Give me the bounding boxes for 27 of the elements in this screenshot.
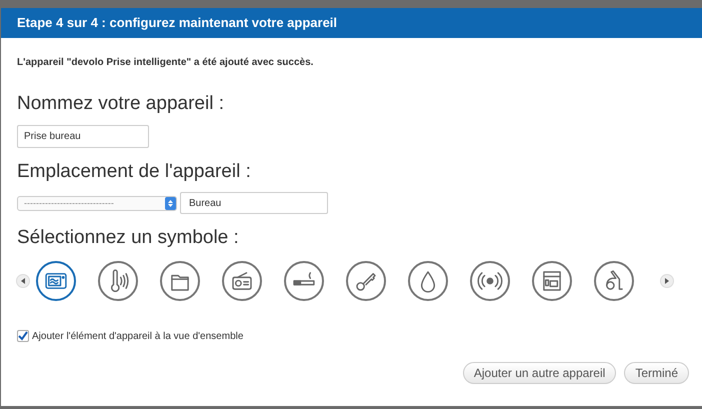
thermometer-icon[interactable]: [98, 260, 138, 300]
section-heading: Nommez votre appareil :: [17, 92, 225, 116]
cigarette-icon[interactable]: [284, 260, 324, 300]
dishwasher-icon[interactable]: [532, 260, 572, 300]
right-triangle-icon: [664, 278, 670, 284]
section-heading: Emplacement de l'appareil :: [17, 160, 252, 184]
location-field[interactable]: Bureau: [180, 192, 328, 214]
section-heading: Sélectionnez un symbole :: [17, 226, 240, 250]
checkbox-label: Ajouter l'élément d'appareil à la vue d'ensemble: [32, 330, 244, 344]
overview-checkbox[interactable]: [17, 330, 29, 342]
drop-icon[interactable]: [408, 260, 448, 300]
next-arrow-button[interactable]: [660, 274, 674, 288]
success-message: L'appareil "devolo Prise intelligente" a été ajouté avec succès.: [17, 56, 314, 70]
siren-icon[interactable]: [470, 260, 510, 300]
action-button[interactable]: Ajouter un autre appareil: [462, 362, 616, 384]
left-triangle-icon: [20, 278, 26, 284]
microwave-icon[interactable]: [36, 260, 76, 300]
dropdown-arrows-icon: [165, 196, 176, 210]
name-field[interactable]: Prise bureau: [17, 124, 149, 148]
location-dropdown[interactable]: ------------------------------: [17, 196, 177, 210]
boombox-icon[interactable]: [222, 260, 262, 300]
window-title: Etape 4 sur 4 : configurez maintenant votre appareil: [1, 8, 702, 38]
action-button[interactable]: Terminé: [624, 362, 689, 384]
previous-arrow-button[interactable]: [16, 274, 30, 288]
folder-icon[interactable]: [160, 260, 200, 300]
vacuum-icon[interactable]: [594, 260, 634, 300]
key-icon[interactable]: [346, 260, 386, 300]
